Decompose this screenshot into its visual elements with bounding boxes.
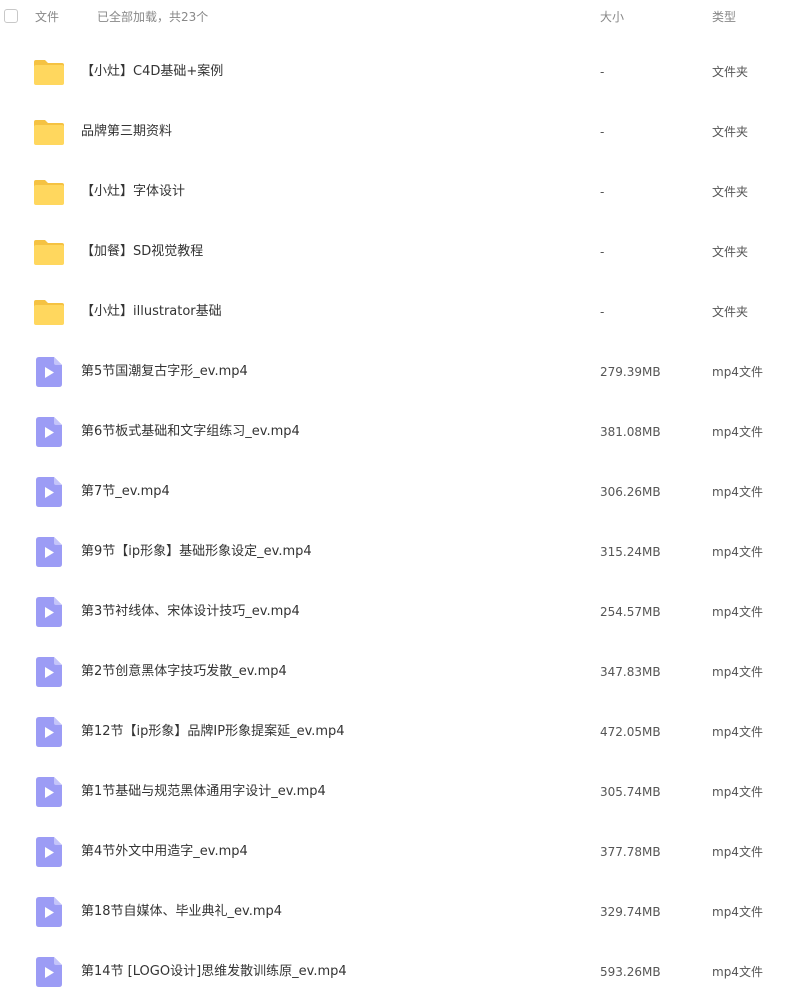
file-size: - bbox=[600, 125, 605, 139]
file-size: - bbox=[600, 305, 605, 319]
video-file-icon bbox=[36, 837, 62, 867]
video-file-icon bbox=[36, 897, 62, 927]
file-size: 305.74MB bbox=[600, 785, 661, 799]
video-file-icon bbox=[36, 717, 62, 747]
column-header-size[interactable]: 大小 bbox=[600, 9, 624, 25]
file-name[interactable]: 第12节【ip形象】品牌IP形象提案延_ev.mp4 bbox=[81, 723, 345, 741]
file-row[interactable]: 第2节创意黑体字技巧发散_ev.mp4 347.83MB mp4文件 bbox=[0, 642, 795, 702]
file-name[interactable]: 第7节_ev.mp4 bbox=[81, 483, 170, 501]
file-name[interactable]: 第5节国潮复古字形_ev.mp4 bbox=[81, 363, 248, 381]
file-size: 279.39MB bbox=[600, 365, 661, 379]
file-type: mp4文件 bbox=[712, 425, 763, 439]
file-name[interactable]: 第14节 [LOGO设计]思维发散训练原_ev.mp4 bbox=[81, 963, 347, 981]
file-size: 306.26MB bbox=[600, 485, 661, 499]
file-size: - bbox=[600, 245, 605, 259]
file-type: 文件夹 bbox=[712, 185, 749, 199]
file-row[interactable]: 第1节基础与规范黑体通用字设计_ev.mp4 305.74MB mp4文件 bbox=[0, 762, 795, 822]
video-file-icon bbox=[36, 537, 62, 567]
file-name[interactable]: 【加餐】SD视觉教程 bbox=[81, 243, 203, 261]
folder-icon bbox=[33, 178, 65, 206]
file-name[interactable]: 第6节板式基础和文字组练习_ev.mp4 bbox=[81, 423, 300, 441]
file-row[interactable]: 第7节_ev.mp4 306.26MB mp4文件 bbox=[0, 462, 795, 522]
file-size: 593.26MB bbox=[600, 965, 661, 979]
video-file-icon bbox=[36, 357, 62, 387]
file-type: mp4文件 bbox=[712, 965, 763, 979]
file-type: 文件夹 bbox=[712, 125, 749, 139]
video-file-icon bbox=[36, 957, 62, 987]
file-size: 315.24MB bbox=[600, 545, 661, 559]
file-type: mp4文件 bbox=[712, 365, 763, 379]
file-size: - bbox=[600, 65, 605, 79]
file-row[interactable]: 【小灶】illustrator基础 - 文件夹 bbox=[0, 282, 795, 342]
video-file-icon bbox=[36, 597, 62, 627]
file-row[interactable]: 第12节【ip形象】品牌IP形象提案延_ev.mp4 472.05MB mp4文件 bbox=[0, 702, 795, 762]
folder-icon bbox=[33, 298, 65, 326]
video-file-icon bbox=[36, 657, 62, 687]
video-file-icon bbox=[36, 777, 62, 807]
file-name[interactable]: 第18节自媒体、毕业典礼_ev.mp4 bbox=[81, 903, 282, 921]
file-name[interactable]: 【小灶】字体设计 bbox=[81, 183, 185, 201]
folder-icon bbox=[33, 58, 65, 86]
file-row[interactable]: 品牌第三期资料 - 文件夹 bbox=[0, 102, 795, 162]
video-file-icon bbox=[36, 477, 62, 507]
file-list-header: 文件 已全部加载，共23个 大小 类型 bbox=[0, 0, 795, 36]
file-row[interactable]: 第18节自媒体、毕业典礼_ev.mp4 329.74MB mp4文件 bbox=[0, 882, 795, 942]
file-size: 381.08MB bbox=[600, 425, 661, 439]
file-row[interactable]: 第14节 [LOGO设计]思维发散训练原_ev.mp4 593.26MB mp4文件 bbox=[0, 942, 795, 1002]
file-type: 文件夹 bbox=[712, 65, 749, 79]
file-row[interactable]: 【小灶】C4D基础+案例 - 文件夹 bbox=[0, 42, 795, 102]
file-name[interactable]: 第1节基础与规范黑体通用字设计_ev.mp4 bbox=[81, 783, 326, 801]
select-all-checkbox[interactable] bbox=[4, 9, 18, 23]
file-name[interactable]: 【小灶】C4D基础+案例 bbox=[81, 63, 223, 81]
file-type: mp4文件 bbox=[712, 605, 763, 619]
loaded-status: 已全部加载，共23个 bbox=[97, 10, 209, 24]
file-type: mp4文件 bbox=[712, 485, 763, 499]
file-size: 347.83MB bbox=[600, 665, 661, 679]
file-name[interactable]: 第2节创意黑体字技巧发散_ev.mp4 bbox=[81, 663, 287, 681]
file-type: mp4文件 bbox=[712, 545, 763, 559]
file-name[interactable]: 第4节外文中用造字_ev.mp4 bbox=[81, 843, 248, 861]
folder-icon bbox=[33, 118, 65, 146]
file-size: 254.57MB bbox=[600, 605, 661, 619]
file-type: mp4文件 bbox=[712, 725, 763, 739]
file-size: 377.78MB bbox=[600, 845, 661, 859]
file-type: mp4文件 bbox=[712, 845, 763, 859]
file-row[interactable]: 【小灶】字体设计 - 文件夹 bbox=[0, 162, 795, 222]
file-row[interactable]: 第3节衬线体、宋体设计技巧_ev.mp4 254.57MB mp4文件 bbox=[0, 582, 795, 642]
file-row[interactable]: 第9节【ip形象】基础形象设定_ev.mp4 315.24MB mp4文件 bbox=[0, 522, 795, 582]
folder-icon bbox=[33, 238, 65, 266]
file-type: mp4文件 bbox=[712, 665, 763, 679]
file-type: 文件夹 bbox=[712, 305, 749, 319]
file-name[interactable]: 【小灶】illustrator基础 bbox=[81, 303, 222, 321]
file-list: 【小灶】C4D基础+案例 - 文件夹 品牌第三期资料 - 文件夹 【小灶】字体设计 - 文件夹【… bbox=[0, 42, 795, 1002]
column-header-type[interactable]: 类型 bbox=[712, 9, 736, 25]
file-row[interactable]: 第5节国潮复古字形_ev.mp4 279.39MB mp4文件 bbox=[0, 342, 795, 402]
file-type: mp4文件 bbox=[712, 785, 763, 799]
file-size: 329.74MB bbox=[600, 905, 661, 919]
file-name[interactable]: 品牌第三期资料 bbox=[81, 123, 172, 141]
file-size: - bbox=[600, 185, 605, 199]
file-size: 472.05MB bbox=[600, 725, 661, 739]
file-row[interactable]: 第4节外文中用造字_ev.mp4 377.78MB mp4文件 bbox=[0, 822, 795, 882]
file-row[interactable]: 【加餐】SD视觉教程 - 文件夹 bbox=[0, 222, 795, 282]
column-header-file[interactable]: 文件 bbox=[35, 9, 59, 25]
file-type: mp4文件 bbox=[712, 905, 763, 919]
file-name[interactable]: 第9节【ip形象】基础形象设定_ev.mp4 bbox=[81, 543, 312, 561]
file-type: 文件夹 bbox=[712, 245, 749, 259]
video-file-icon bbox=[36, 417, 62, 447]
file-name[interactable]: 第3节衬线体、宋体设计技巧_ev.mp4 bbox=[81, 603, 300, 621]
file-row[interactable]: 第6节板式基础和文字组练习_ev.mp4 381.08MB mp4文件 bbox=[0, 402, 795, 462]
